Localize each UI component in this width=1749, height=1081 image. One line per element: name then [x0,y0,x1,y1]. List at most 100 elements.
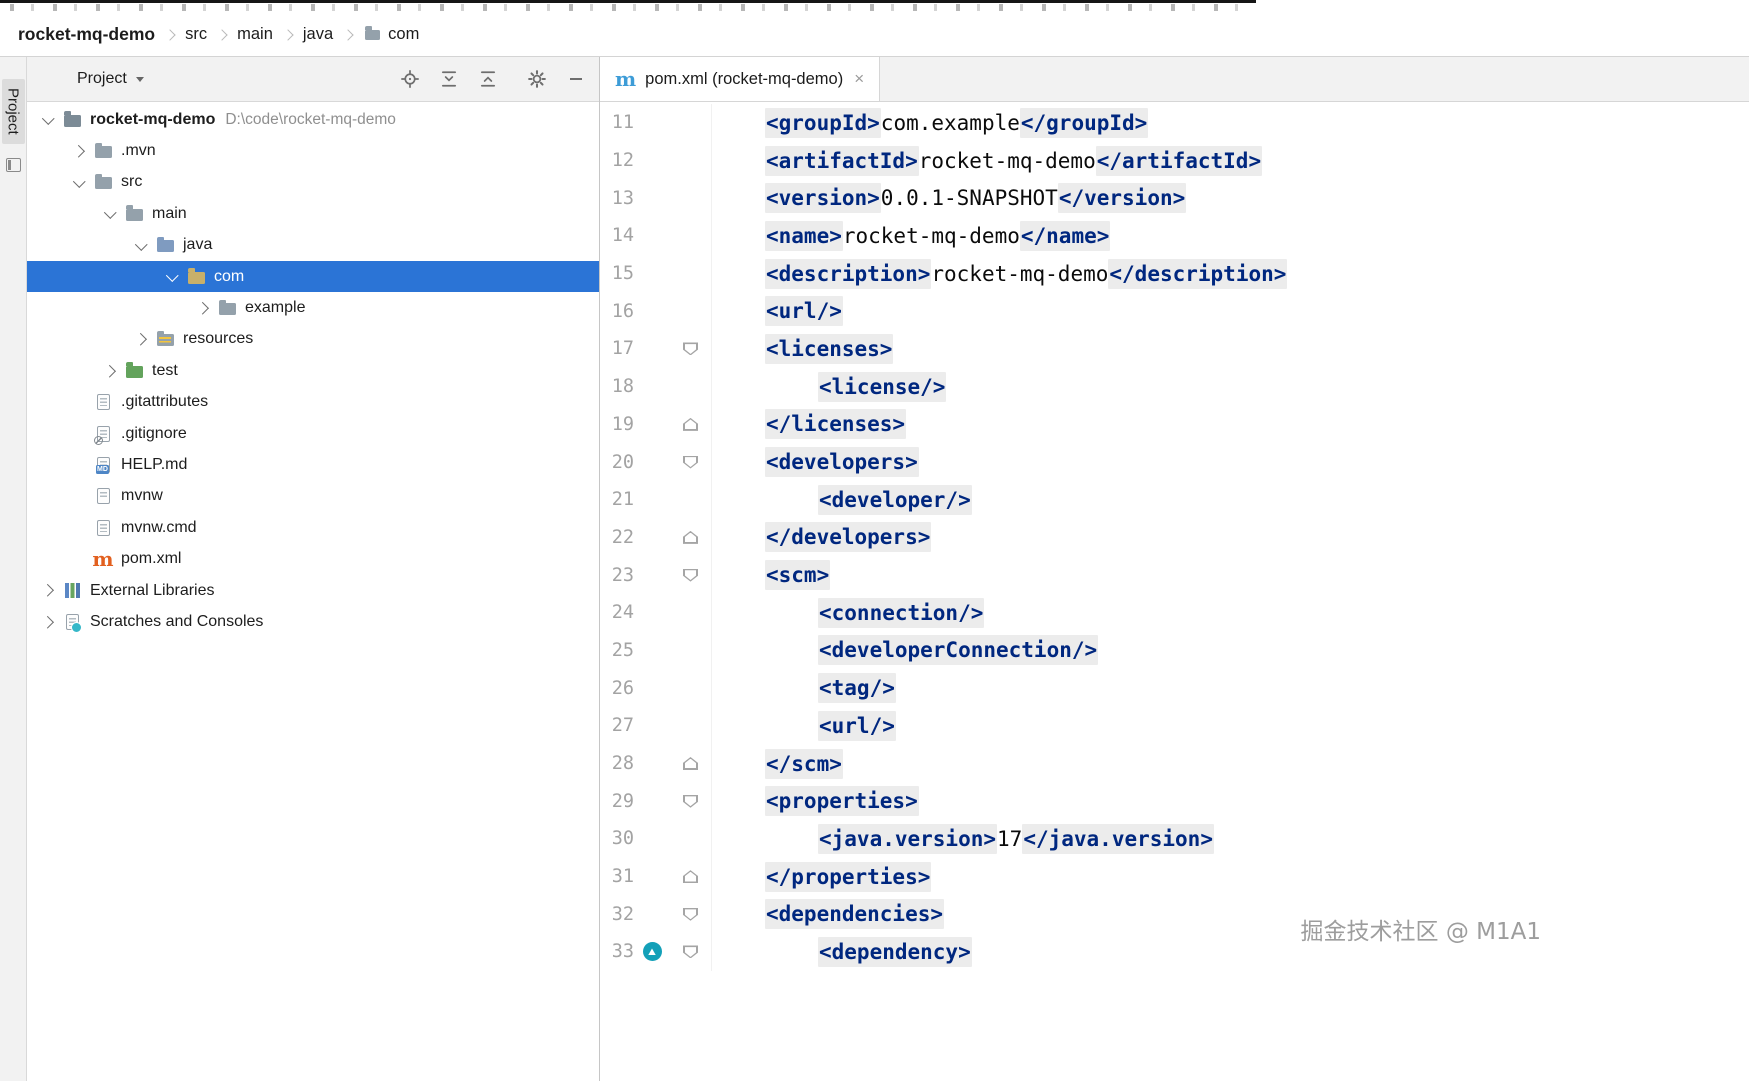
tree-item-resources[interactable]: resources [27,324,599,355]
fold-end-icon[interactable] [670,417,711,431]
tree-item-main[interactable]: main [27,198,599,229]
code-line-25[interactable]: 25 <developerConnection/> [600,631,1749,670]
project-view-dropdown[interactable]: Project [77,70,144,88]
chevron-right-icon[interactable] [35,615,61,628]
hide-panel-icon[interactable] [567,70,585,88]
breadcrumb-item-main[interactable]: main [237,25,273,44]
code-line-24[interactable]: 24 <connection/> [600,593,1749,632]
chevron-down-icon[interactable] [66,174,92,187]
settings-gear-icon[interactable] [528,70,546,88]
fold-start-icon[interactable] [670,455,711,469]
fold-start-icon[interactable] [670,794,711,808]
breadcrumb-item-rocket-mq-demo[interactable]: rocket-mq-demo [18,24,155,45]
tree-item-mvnw[interactable]: mvnw [27,481,599,512]
tree-item-pom-xml[interactable]: pom.xml [27,543,599,574]
chevron-down-icon[interactable] [159,269,185,282]
folder-test-icon [123,361,145,381]
collapse-all-icon[interactable] [479,70,497,88]
tree-item-hint: D:\code\rocket-mq-demo [225,110,396,128]
breadcrumb-item-com[interactable]: com [388,25,419,44]
folder-glyph [365,26,381,40]
chevron-down-icon[interactable] [128,237,154,250]
code-line-28[interactable]: 28 </scm> [600,744,1749,783]
tab-pom-xml[interactable]: m pom.xml (rocket-mq-demo) × [600,57,881,101]
tool-window-button-project[interactable]: Project [1,79,25,144]
chevron-right-icon[interactable] [190,302,216,315]
code-line-11[interactable]: 11 <groupId> com.example </groupId> [600,104,1749,142]
code-line-29[interactable]: 29 <properties> [600,782,1749,821]
line-number: 30 [611,828,634,850]
fold-start-icon[interactable] [670,568,711,582]
tree-item-mvn[interactable]: .mvn [27,135,599,166]
chevron-right-icon[interactable] [128,333,154,346]
fold-glyph [683,417,698,431]
code-line-33[interactable]: 33 <dependency> [600,933,1749,971]
breadcrumb-item-java[interactable]: java [303,25,333,44]
chevron-right-icon[interactable] [66,145,92,158]
fold-start-icon[interactable] [670,342,711,356]
line-number: 11 [611,112,634,134]
fold-start-icon[interactable] [670,907,711,921]
fold-end-icon[interactable] [670,530,711,544]
tree-item-mvnw-cmd[interactable]: mvnw.cmd [27,512,599,543]
xml-tag: <connection/> [818,597,985,628]
code-line-16[interactable]: 16 <url/> [600,292,1749,331]
code-line-23[interactable]: 23 <scm> [600,556,1749,594]
code-line-20[interactable]: 20 <developers> [600,443,1749,481]
code-line-12[interactable]: 12 <artifactId> rocket-mq-demo </artifactId… [600,141,1749,180]
tree-item-src[interactable]: src [27,167,599,198]
tree-item-gitattributes[interactable]: .gitattributes [27,387,599,418]
code-line-21[interactable]: 21 <developer/> [600,480,1749,519]
xml-text-value: 17 [997,826,1023,851]
tree-item-example[interactable]: example [27,292,599,323]
chevron-down-icon[interactable] [97,206,123,219]
folder-glyph [94,142,112,159]
chevron-glyph [40,584,54,597]
code-line-22[interactable]: 22 </developers> [600,518,1749,557]
folder-glyph [156,330,174,347]
fold-end-icon[interactable] [670,870,711,884]
tree-item-com[interactable]: com [27,260,599,293]
tool-window-icon[interactable] [5,157,21,172]
line-number: 14 [611,225,634,247]
code-line-27[interactable]: 27 <url/> [600,707,1749,745]
fold-end-icon[interactable] [670,757,711,771]
file-md-icon [92,455,114,475]
expand-all-icon[interactable] [440,70,458,88]
line-number: 27 [611,715,634,737]
tree-item-test[interactable]: test [27,355,599,386]
breadcrumb-item-src[interactable]: src [185,25,207,44]
chevron-right-icon[interactable] [97,364,123,377]
tree-item-external-libraries[interactable]: External Libraries [27,575,599,606]
code-text: <description> rocket-mq-demo </description… [711,254,1288,293]
chevron-down-icon[interactable] [35,112,61,125]
code-line-30[interactable]: 30 <java.version> 17 </java.version> [600,820,1749,858]
tree-item-scratches-and-consoles[interactable]: Scratches and Consoles [27,606,599,637]
chevron-glyph [103,206,117,219]
code-line-18[interactable]: 18 <license/> [600,367,1749,406]
line-number: 15 [611,263,634,285]
code-line-14[interactable]: 14 <name> rocket-mq-demo </name> [600,217,1749,255]
tree-item-java[interactable]: java [27,230,599,261]
xml-text-value: rocket-mq-demo [842,223,1020,248]
xml-tag: <description> [765,258,932,289]
code-line-31[interactable]: 31 </properties> [600,857,1749,896]
tree-item-help-md[interactable]: HELP.md [27,449,599,480]
tree-item-label: .mvn [121,142,156,160]
xml-tag: <scm> [765,560,831,591]
code-line-15[interactable]: 15 <description> rocket-mq-demo </descripti… [600,254,1749,293]
tree-item-rocket-mq-demo[interactable]: rocket-mq-demo D:\code\rocket-mq-demo [27,104,599,135]
code-line-32[interactable]: 32 <dependencies> [600,895,1749,934]
code-line-17[interactable]: 17 <licenses> [600,330,1749,368]
code-line-26[interactable]: 26 <tag/> [600,669,1749,707]
code-line-19[interactable]: 19 </licenses> [600,405,1749,444]
xml-tag: <tag/> [818,673,896,704]
code-text: <scm> [711,556,831,594]
code-line-13[interactable]: 13 <version> 0.0.1-SNAPSHOT </version> [600,179,1749,218]
fold-start-icon[interactable] [670,945,711,959]
locate-file-icon[interactable] [401,70,419,88]
tree-item-gitignore[interactable]: .gitignore [27,418,599,449]
gutter-teal-dot-icon[interactable] [634,942,670,962]
chevron-right-icon[interactable] [35,584,61,597]
close-tab-icon[interactable]: × [854,69,864,89]
